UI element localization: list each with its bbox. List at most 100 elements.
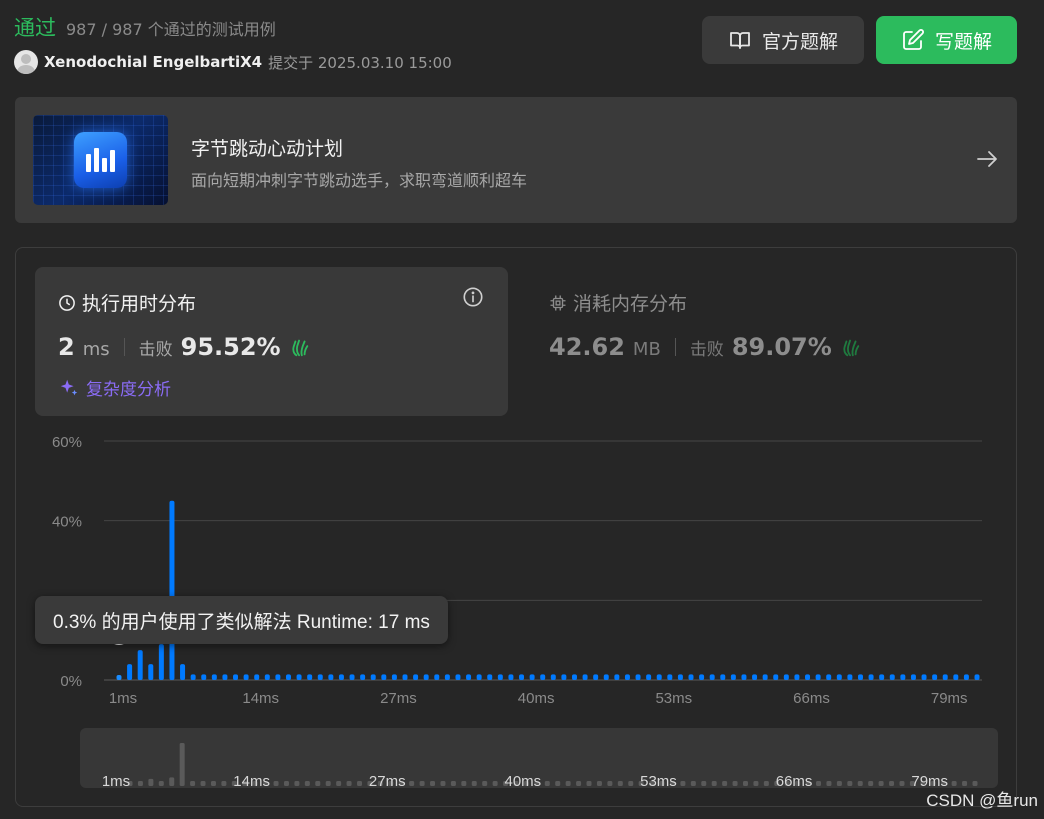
username[interactable]: Xenodochial EngelbartiX4 xyxy=(44,53,262,71)
chart-bar[interactable] xyxy=(540,674,546,680)
clapping-hands-icon xyxy=(843,339,860,357)
avatar[interactable] xyxy=(14,50,38,74)
chart-bar[interactable] xyxy=(158,644,164,680)
memory-card[interactable]: 消耗内存分布 42.62 MB 击败 89.07% xyxy=(528,267,998,416)
chart-bar[interactable] xyxy=(805,674,811,680)
chart-bar[interactable] xyxy=(889,674,895,680)
chart-bar[interactable] xyxy=(285,674,291,680)
write-solution-button[interactable]: 写题解 xyxy=(876,16,1017,64)
chart-bar[interactable] xyxy=(635,674,641,680)
chart-bar[interactable] xyxy=(847,674,853,680)
chart-bar[interactable] xyxy=(413,674,419,680)
chart-bar[interactable] xyxy=(349,674,355,680)
chart-bar[interactable] xyxy=(148,664,154,680)
bar-chart-logo-icon xyxy=(74,132,127,188)
chart-bar[interactable] xyxy=(317,674,323,680)
chart-bar[interactable] xyxy=(116,675,122,680)
chart-bar[interactable] xyxy=(709,674,715,680)
chart-bar[interactable] xyxy=(561,674,567,680)
chart-bar[interactable] xyxy=(624,674,630,680)
chart-bar[interactable] xyxy=(942,674,948,680)
chart-bar[interactable] xyxy=(741,674,747,680)
chart-bar[interactable] xyxy=(137,650,143,680)
official-solution-button[interactable]: 官方题解 xyxy=(702,16,864,64)
runtime-card[interactable]: 执行用时分布 2 ms 击败 95.52% 复杂度分析 xyxy=(35,267,508,416)
chart-bar[interactable] xyxy=(519,674,525,680)
chart-bar[interactable] xyxy=(190,674,196,680)
chart-bar[interactable] xyxy=(529,674,535,680)
memory-metric: 42.62 MB 击败 89.07% xyxy=(549,333,862,361)
chart-bar[interactable] xyxy=(455,674,461,680)
chart-bar[interactable] xyxy=(783,674,789,680)
chart-bar[interactable] xyxy=(296,674,302,680)
chart-bar[interactable] xyxy=(402,674,408,680)
stats-panel: 执行用时分布 2 ms 击败 95.52% 复杂度分析 消耗内存分布 42.62… xyxy=(15,247,1017,807)
chart-bar[interactable] xyxy=(932,674,938,680)
chart-bar[interactable] xyxy=(963,674,969,680)
chart-bar[interactable] xyxy=(603,674,609,680)
chart-bar[interactable] xyxy=(434,674,440,680)
chart-bar[interactable] xyxy=(614,674,620,680)
chart-bar[interactable] xyxy=(868,674,874,680)
chart-bar[interactable] xyxy=(836,674,842,680)
chart-bar[interactable] xyxy=(921,674,927,680)
chart-bar[interactable] xyxy=(338,674,344,680)
chart-bar[interactable] xyxy=(826,674,832,680)
chart-bar[interactable] xyxy=(974,674,980,680)
chart-bar[interactable] xyxy=(466,674,472,680)
chart-bar[interactable] xyxy=(571,674,577,680)
chart-bar[interactable] xyxy=(593,674,599,680)
chart-bar[interactable] xyxy=(910,674,916,680)
chart-bar[interactable] xyxy=(381,674,387,680)
chart-bar[interactable] xyxy=(169,500,175,680)
chart-bar[interactable] xyxy=(752,674,758,680)
sparkle-icon xyxy=(60,379,78,395)
chart-bar[interactable] xyxy=(127,664,133,680)
chart-bar[interactable] xyxy=(857,674,863,680)
chart-bar[interactable] xyxy=(656,674,662,680)
chart-bar[interactable] xyxy=(900,674,906,680)
chart-bar[interactable] xyxy=(201,674,207,680)
chart-range-navigator[interactable] xyxy=(80,728,998,788)
clock-icon xyxy=(59,294,75,311)
chart-bar[interactable] xyxy=(243,674,249,680)
chart-bar[interactable] xyxy=(180,664,186,680)
chart-bar[interactable] xyxy=(370,674,376,680)
chart-bar[interactable] xyxy=(773,674,779,680)
chart-bar[interactable] xyxy=(360,674,366,680)
chart-bar[interactable] xyxy=(677,674,683,680)
chart-bar[interactable] xyxy=(391,674,397,680)
chart-bar[interactable] xyxy=(762,674,768,680)
info-icon[interactable] xyxy=(462,286,484,308)
chart-bar[interactable] xyxy=(699,674,705,680)
chart-bar[interactable] xyxy=(233,674,239,680)
chart-bar[interactable] xyxy=(222,674,228,680)
chart-bar[interactable] xyxy=(444,674,450,680)
chart-bar[interactable] xyxy=(582,674,588,680)
chart-bar[interactable] xyxy=(688,674,694,680)
chart-bar[interactable] xyxy=(487,674,493,680)
chart-bar[interactable] xyxy=(211,674,217,680)
memory-title: 消耗内存分布 xyxy=(549,289,687,316)
chart-bar[interactable] xyxy=(307,674,313,680)
chart-bar[interactable] xyxy=(254,674,260,680)
chart-bar[interactable] xyxy=(497,674,503,680)
chart-bar[interactable] xyxy=(794,674,800,680)
chart-bar[interactable] xyxy=(646,674,652,680)
chart-bar[interactable] xyxy=(264,674,270,680)
chart-bar[interactable] xyxy=(815,674,821,680)
promo-banner[interactable]: 字节跳动心动计划 面向短期冲刺字节跳动选手，求职弯道顺利超车 xyxy=(15,97,1017,223)
chart-bar[interactable] xyxy=(550,674,556,680)
chart-bar[interactable] xyxy=(667,674,673,680)
chart-bar[interactable] xyxy=(730,674,736,680)
chart-bar[interactable] xyxy=(423,674,429,680)
chart-bar[interactable] xyxy=(720,674,726,680)
chart-bar[interactable] xyxy=(508,674,514,680)
chart-bar[interactable] xyxy=(328,674,334,680)
complexity-analysis-link[interactable]: 复杂度分析 xyxy=(58,375,171,400)
chart-bar[interactable] xyxy=(879,674,885,680)
arrow-right-icon[interactable] xyxy=(975,147,999,171)
chart-bar[interactable] xyxy=(275,674,281,680)
chart-bar[interactable] xyxy=(476,674,482,680)
chart-bar[interactable] xyxy=(953,674,959,680)
